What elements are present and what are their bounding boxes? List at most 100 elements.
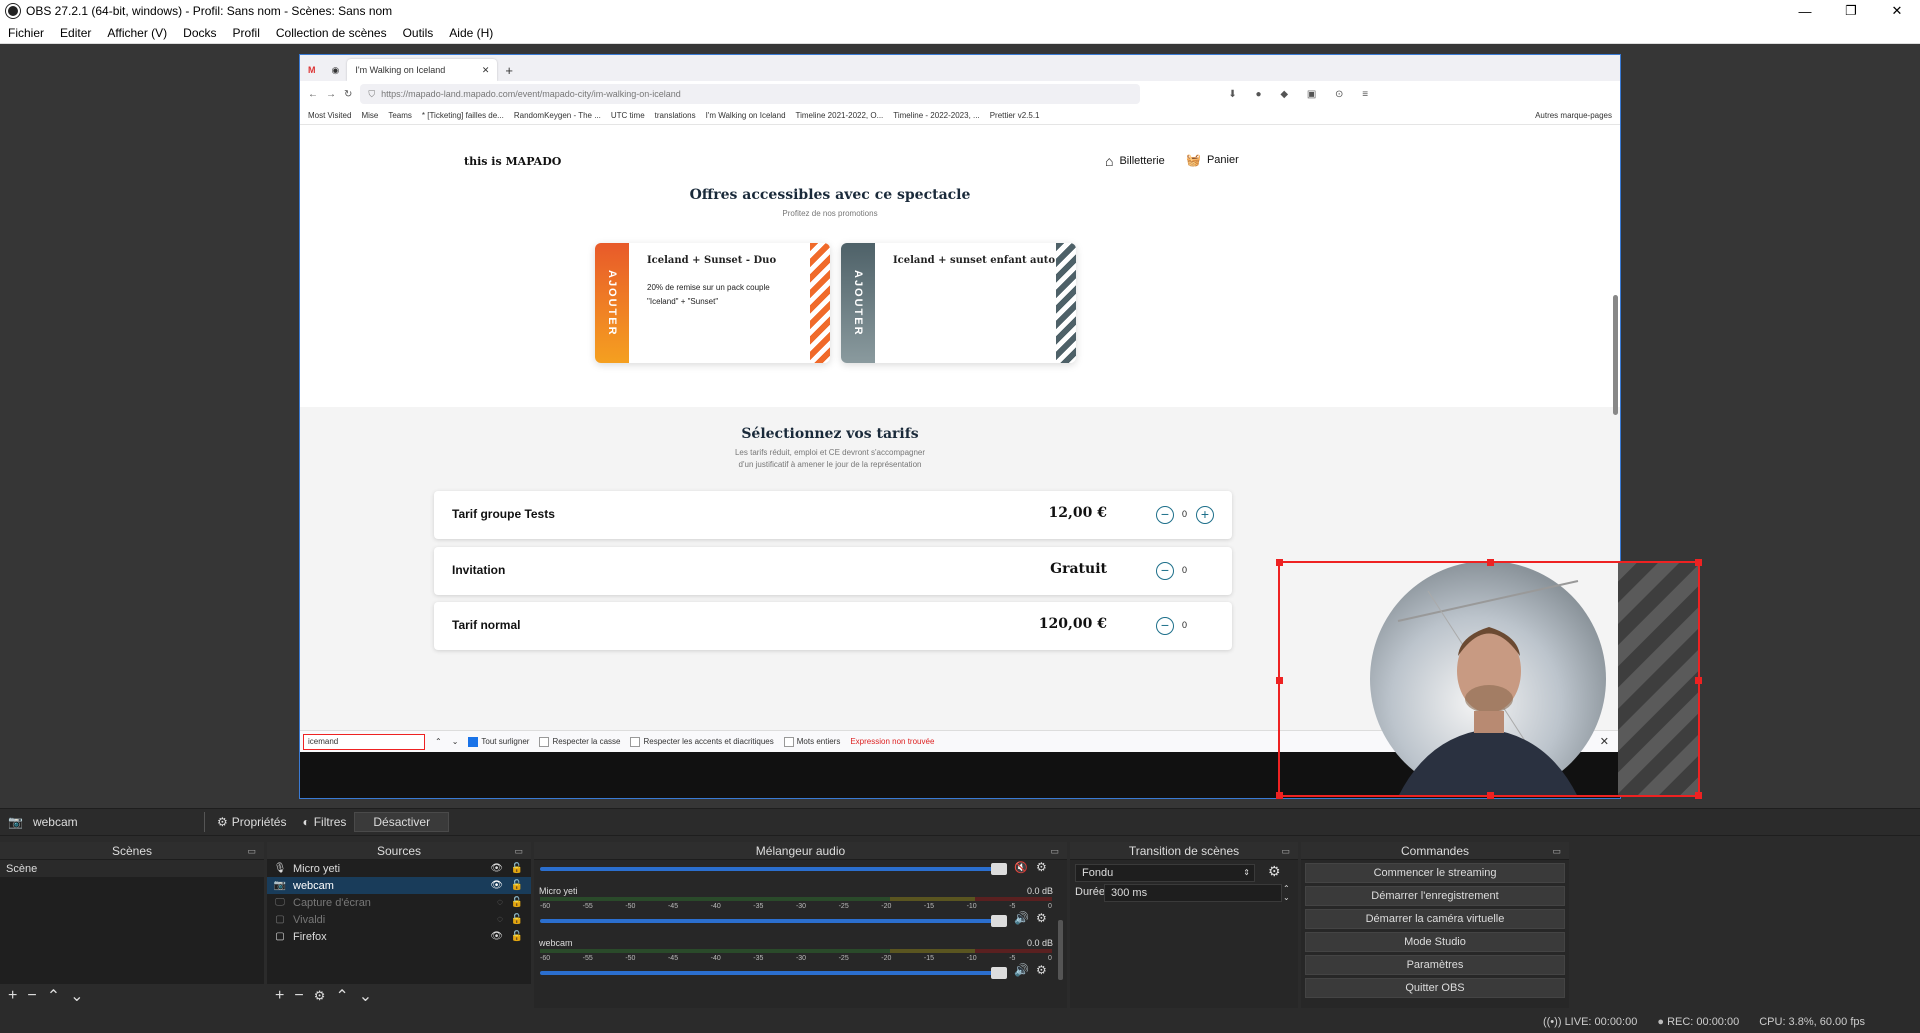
lock-icon[interactable]: 🔓 [511,880,523,891]
resize-handle[interactable] [1487,559,1494,566]
browser-tab-active[interactable]: I'm Walking on Iceland ✕ [347,59,498,81]
start-streaming-button[interactable]: Commencer le streaming [1305,863,1565,883]
move-down-icon[interactable]: ⌄ [70,986,83,1006]
plus-icon[interactable]: + [1196,506,1214,524]
gear-icon[interactable]: ⚙ [1036,911,1047,925]
eye-icon[interactable]: 👁 [490,931,503,942]
match-case-checkbox[interactable]: Respecter la casse [539,736,620,747]
source-item[interactable]: 📷 webcam 👁 🔓 [267,877,531,894]
eye-icon[interactable]: 👁 [490,863,503,874]
find-input[interactable]: icemand [303,733,425,750]
gear-icon[interactable]: ⚙ [1036,860,1047,874]
minimize-button[interactable]: — [1782,0,1828,22]
menu-profile[interactable]: Profil [225,26,268,40]
undock-icon[interactable]: ▭ [1050,842,1059,860]
offer-add-button[interactable]: AJOUTER [595,243,629,363]
gmail-tab-icon[interactable]: M [300,59,324,81]
menu-view[interactable]: Afficher (V) [99,26,175,40]
back-icon[interactable]: ← [308,89,318,100]
match-diacritics-checkbox[interactable]: Respecter les accents et diacritiques [630,736,774,747]
volume-fader[interactable] [540,915,1007,927]
menu-scene-collection[interactable]: Collection de scènes [268,26,395,40]
minus-icon[interactable]: − [1156,562,1174,580]
resize-handle[interactable] [1695,559,1702,566]
mixer-scrollbar[interactable] [1058,920,1063,980]
bookmark-item[interactable]: I'm Walking on Iceland [706,111,786,120]
properties-button[interactable]: ⚙ Propriétés [209,815,294,829]
nav-panier[interactable]: 🧺 Panier [1186,153,1239,167]
new-tab-icon[interactable]: + [497,59,521,81]
extensions-icons[interactable]: ⬇ ● ◆ ▣ ⊙ ≡ [1228,89,1376,100]
duration-field[interactable]: 300 ms [1104,884,1282,902]
move-up-icon[interactable]: ⌃ [335,986,348,1006]
close-tab-icon[interactable]: ✕ [482,65,490,76]
add-scene-icon[interactable]: + [8,987,17,1005]
eye-hidden-icon[interactable]: ◌ [497,914,503,925]
eye-hidden-icon[interactable]: ◌ [497,897,503,908]
bookmark-item[interactable]: * [Ticketing] failles de... [422,111,504,120]
resize-handle[interactable] [1276,792,1283,799]
settings-button[interactable]: Paramètres [1305,955,1565,975]
muted-speaker-icon[interactable]: 🔇 [1014,861,1028,874]
exit-button[interactable]: Quitter OBS [1305,978,1565,998]
bookmark-item[interactable]: Mise [361,111,378,120]
offer-card[interactable]: AJOUTER Iceland + sunset enfant auto [841,243,1076,363]
url-field[interactable]: ⛉ https://mapado-land.mapado.com/event/m… [360,84,1141,104]
maximize-button[interactable]: ❐ [1828,0,1874,22]
stepper-icon[interactable]: ⌃ ⌄ [1283,884,1290,902]
pinned-tab-icon[interactable]: ◉ [324,59,348,81]
source-item[interactable]: 🖵 Capture d'écran ◌ 🔓 [267,894,531,911]
minus-icon[interactable]: − [1156,506,1174,524]
move-up-icon[interactable]: ⌃ [47,986,60,1006]
gear-icon[interactable]: ⚙ [1268,863,1281,880]
bookmark-item[interactable]: UTC time [611,111,645,120]
speaker-icon[interactable]: 🔊 [1014,963,1029,977]
bookmark-item[interactable]: Prettier v2.5.1 [990,111,1040,120]
start-recording-button[interactable]: Démarrer l'enregistrement [1305,886,1565,906]
menu-tools[interactable]: Outils [395,26,442,40]
lock-icon[interactable]: 🔓 [511,897,523,908]
gear-icon[interactable]: ⚙ [1036,963,1047,977]
undock-icon[interactable]: ▭ [247,842,256,860]
speaker-icon[interactable]: 🔊 [1014,911,1029,925]
lock-icon[interactable]: 🔓 [511,863,523,874]
menu-docks[interactable]: Docks [175,26,224,40]
page-scrollbar[interactable] [1613,295,1618,415]
bookmark-item[interactable]: Timeline - 2022-2023, ... [893,111,979,120]
add-source-icon[interactable]: + [275,987,284,1005]
resize-handle[interactable] [1276,677,1283,684]
source-item[interactable]: 🎙 Micro yeti 👁 🔓 [267,860,531,877]
nav-billetterie[interactable]: ⌂ Billetterie [1105,153,1165,169]
menu-help[interactable]: Aide (H) [441,26,501,40]
move-down-icon[interactable]: ⌄ [359,986,372,1006]
whole-words-checkbox[interactable]: Mots entiers [783,736,840,747]
filters-button[interactable]: ◐ Filtres [294,815,354,829]
bookmark-other-folder[interactable]: Autres marque-pages [1535,111,1612,120]
bookmark-item[interactable]: RandomKeygen - The ... [514,111,601,120]
webcam-selection-frame[interactable] [1276,559,1702,799]
volume-fader[interactable] [540,863,1007,875]
lock-icon[interactable]: 🔓 [511,914,523,925]
transition-select[interactable]: Fondu ⇕ [1075,864,1255,882]
resize-handle[interactable] [1487,792,1494,799]
offer-add-button[interactable]: AJOUTER [841,243,875,363]
bookmark-item[interactable]: Timeline 2021-2022, O... [796,111,884,120]
volume-fader[interactable] [540,967,1007,979]
resize-handle[interactable] [1276,559,1283,566]
bookmark-item[interactable]: translations [655,111,696,120]
deactivate-button[interactable]: Désactiver [354,812,450,832]
undock-icon[interactable]: ▭ [1281,842,1290,860]
undock-icon[interactable]: ▭ [1552,842,1561,860]
find-next-icon[interactable]: ⌄ [452,737,459,746]
minus-icon[interactable]: − [1156,617,1174,635]
menu-file[interactable]: Fichier [0,26,52,40]
source-item[interactable]: ▢ Firefox 👁 🔓 [267,928,531,945]
lock-icon[interactable]: 🔓 [511,931,523,942]
close-button[interactable]: ✕ [1874,0,1920,22]
resize-handle[interactable] [1695,792,1702,799]
remove-scene-icon[interactable]: − [27,987,36,1005]
find-prev-icon[interactable]: ⌃ [435,737,442,746]
resize-handle[interactable] [1695,677,1702,684]
bookmark-item[interactable]: Teams [388,111,412,120]
offer-card[interactable]: AJOUTER Iceland + Sunset - Duo 20% de re… [595,243,830,363]
